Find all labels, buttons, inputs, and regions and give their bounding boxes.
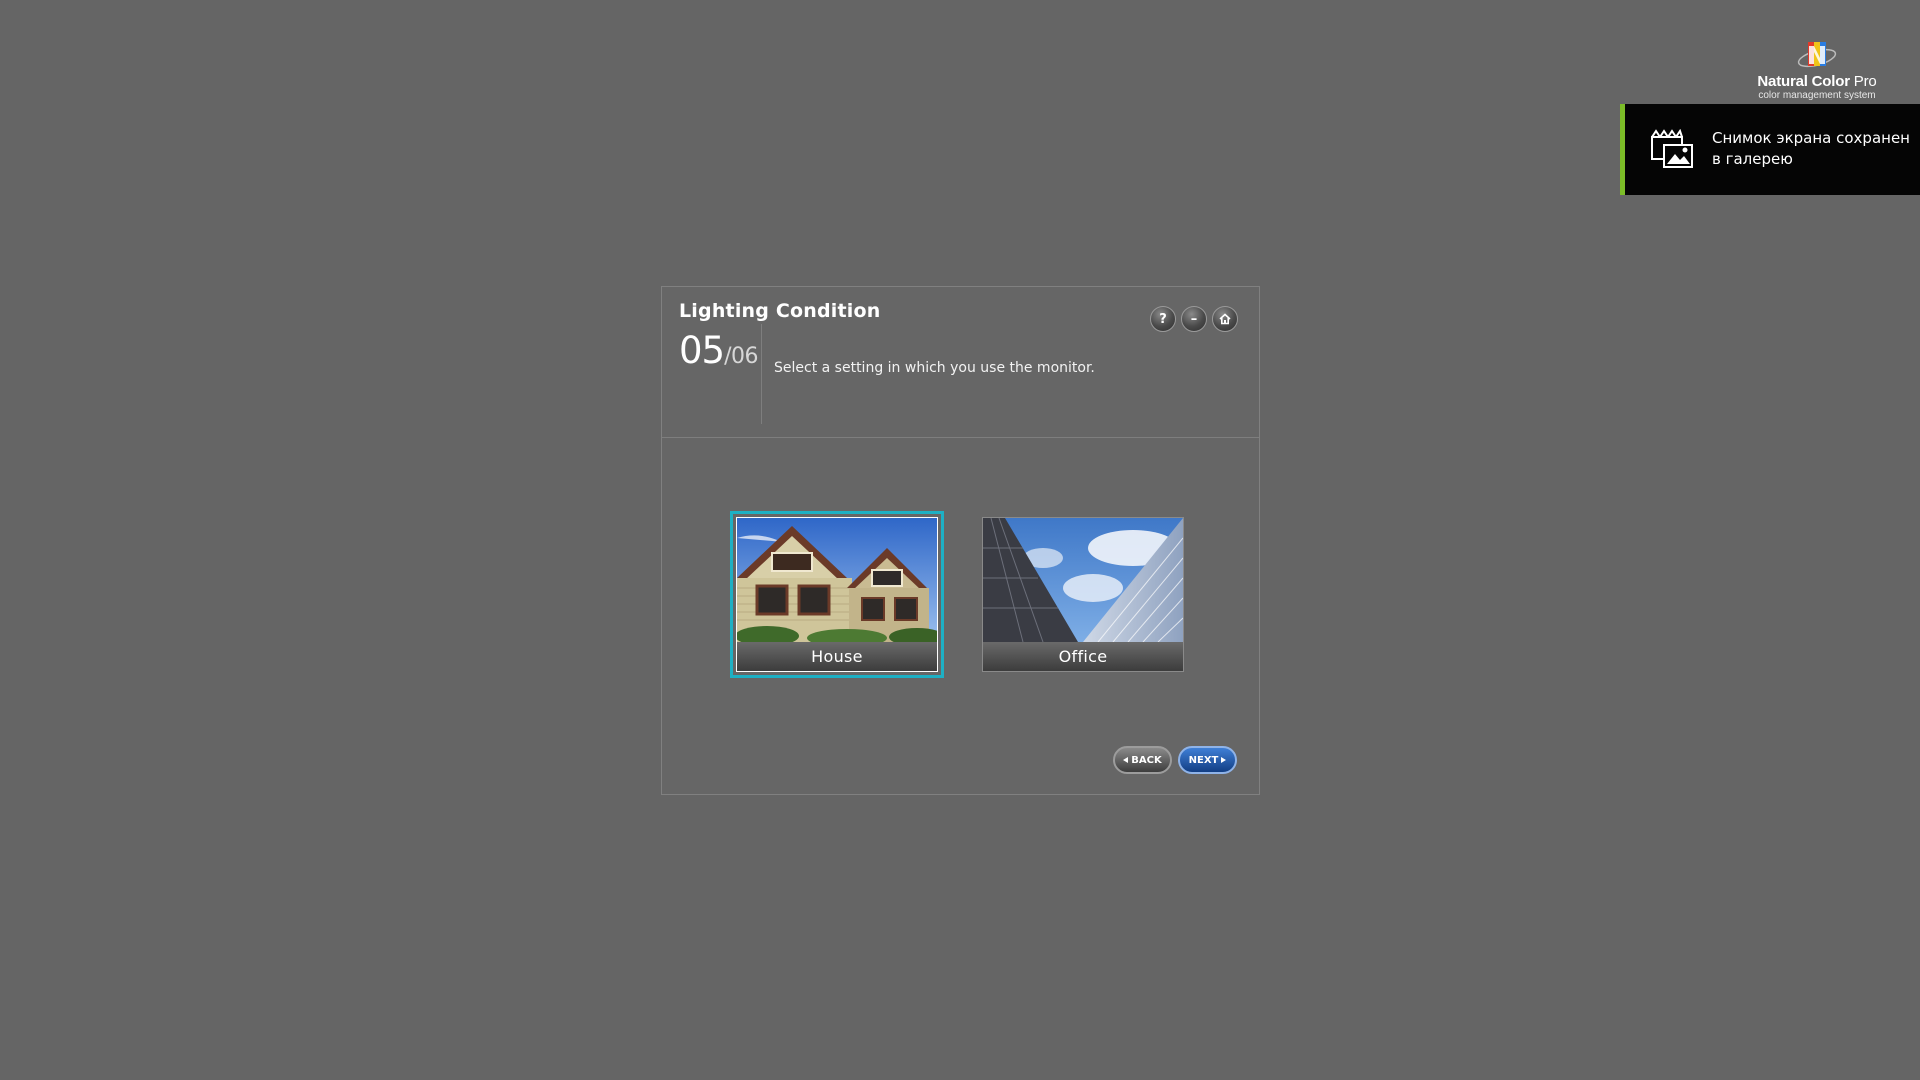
option-office-label: Office	[983, 642, 1183, 671]
next-button-label: NEXT	[1188, 754, 1219, 766]
brand-subtitle: color management system	[1758, 90, 1876, 101]
option-house[interactable]: House	[730, 511, 944, 678]
dialog-instruction: Select a setting in which you use the mo…	[774, 360, 1095, 376]
screenshot-saved-toast[interactable]: Снимок экрана сохранен в галерею	[1620, 104, 1920, 195]
option-office[interactable]: Office	[982, 517, 1184, 672]
brand-name-bold: Natural Color	[1757, 73, 1850, 90]
screen: Natural Color Pro color management syste…	[0, 0, 1920, 1080]
help-icon: ?	[1159, 311, 1167, 327]
toast-line-2: в галерею	[1712, 150, 1793, 168]
minimize-button[interactable]: –	[1181, 306, 1207, 332]
help-button[interactable]: ?	[1150, 306, 1176, 332]
house-photo	[737, 518, 937, 642]
screenshot-gallery-icon	[1650, 128, 1694, 169]
option-house-label: House	[737, 642, 937, 671]
step-total: /06	[724, 344, 758, 369]
header-divider	[761, 324, 762, 424]
minimize-icon: –	[1190, 311, 1198, 327]
dialog-header: Lighting Condition 05/06 Select a settin…	[662, 287, 1259, 438]
lighting-condition-dialog: Lighting Condition 05/06 Select a settin…	[661, 286, 1260, 795]
next-button[interactable]: NEXT	[1178, 746, 1237, 774]
back-arrow-icon	[1123, 757, 1129, 763]
home-button[interactable]	[1212, 306, 1238, 332]
brand-name: Natural Color Pro	[1752, 74, 1882, 90]
dialog-title: Lighting Condition	[679, 300, 881, 322]
step-counter: 05/06	[679, 329, 758, 372]
step-current: 05	[679, 329, 725, 372]
back-button-label: BACK	[1131, 754, 1162, 766]
office-buildings-photo	[983, 518, 1183, 642]
toast-line-1: Снимок экрана сохранен	[1712, 129, 1910, 147]
toast-message: Снимок экрана сохранен в галерею	[1712, 128, 1917, 170]
natural-color-pro-logo: Natural Color Pro color management syste…	[1752, 38, 1882, 101]
brand-name-light: Pro	[1849, 73, 1877, 90]
back-button[interactable]: BACK	[1113, 746, 1172, 774]
home-icon	[1219, 313, 1231, 325]
window-buttons: ? –	[1150, 306, 1238, 332]
brand-mark-icon	[1796, 38, 1838, 74]
next-arrow-icon	[1221, 757, 1227, 763]
